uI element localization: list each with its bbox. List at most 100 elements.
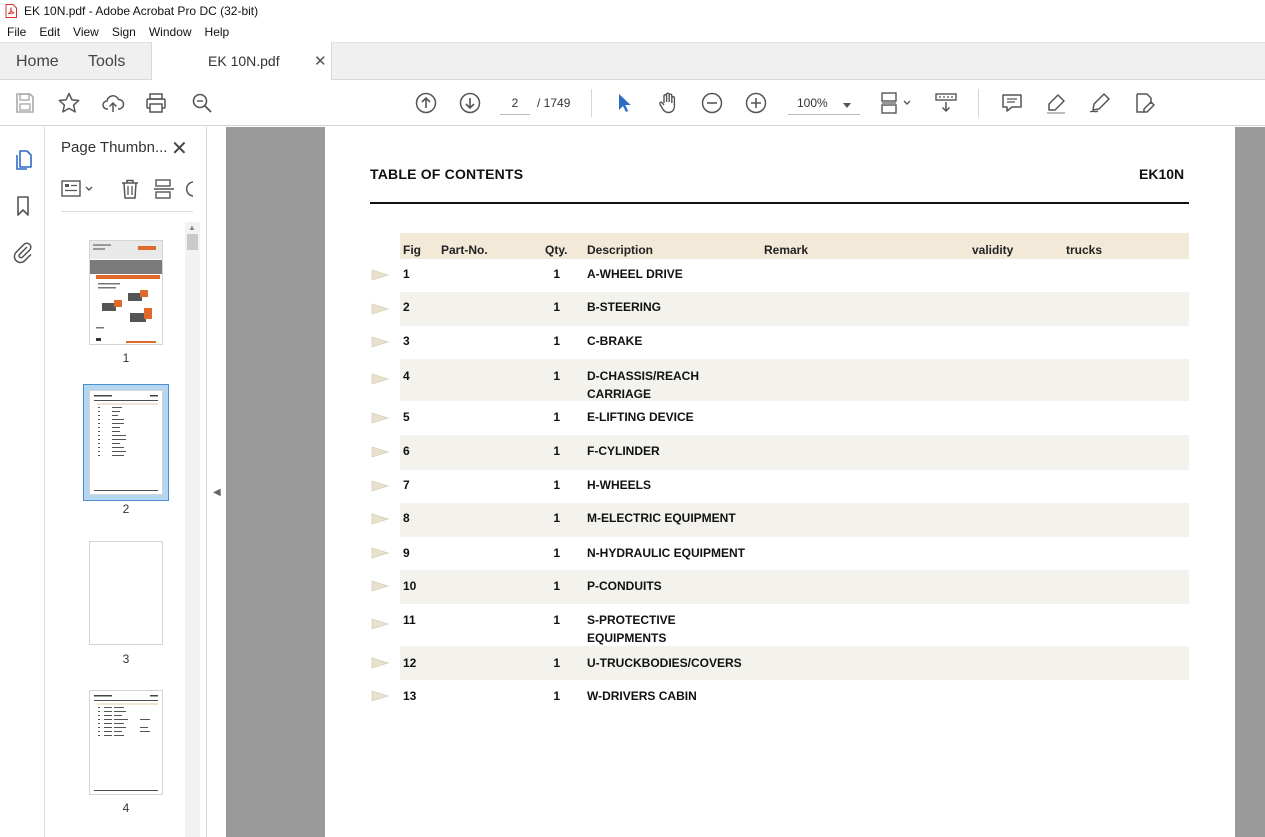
menu-file[interactable]: File: [0, 25, 32, 39]
row-fig: 1: [403, 267, 410, 281]
star-icon[interactable]: [57, 91, 81, 115]
scroll-up-arrow-icon[interactable]: ▲: [188, 223, 196, 232]
row-description[interactable]: H-WHEELS: [587, 476, 747, 494]
tab-document[interactable]: EK 10N.pdf ✕: [151, 42, 332, 81]
upload-cloud-icon[interactable]: [101, 91, 125, 115]
next-page-icon[interactable]: [458, 91, 482, 115]
row-description[interactable]: D-CHASSIS/REACH CARRIAGE: [587, 367, 712, 403]
row-description[interactable]: U-TRUCKBODIES/COVERS: [587, 654, 767, 672]
table-row[interactable]: 13 1 W-DRIVERS CABIN: [400, 680, 1189, 713]
column-header-fig: Fig: [403, 243, 421, 257]
row-description[interactable]: M-ELECTRIC EQUIPMENT: [587, 509, 747, 527]
delete-trash-icon[interactable]: [119, 178, 141, 200]
tab-home[interactable]: Home: [16, 43, 59, 80]
rotate-icon[interactable]: [185, 178, 193, 200]
comment-icon[interactable]: [1000, 91, 1024, 115]
highlight-pen-icon[interactable]: [1044, 91, 1068, 115]
row-fig: 6: [403, 444, 410, 458]
row-fig: 8: [403, 511, 410, 525]
hand-tool-icon[interactable]: [656, 91, 680, 115]
page-thumbnail-4[interactable]: [89, 690, 163, 795]
close-tab-icon[interactable]: ✕: [314, 52, 327, 70]
link-arrow-icon[interactable]: [370, 618, 390, 630]
table-row[interactable]: 11 1 S-PROTECTIVE EQUIPMENTS: [400, 604, 1189, 646]
page-thumbnail-1[interactable]: [89, 240, 163, 345]
menu-help[interactable]: Help: [198, 25, 236, 39]
row-description[interactable]: E-LIFTING DEVICE: [587, 408, 747, 426]
menu-window[interactable]: Window: [142, 25, 198, 39]
zoom-select[interactable]: 100%: [788, 91, 860, 115]
page-thumbnail-3[interactable]: [89, 541, 163, 645]
link-arrow-icon[interactable]: [370, 412, 390, 424]
link-arrow-icon[interactable]: [370, 373, 390, 385]
menu-sign[interactable]: Sign: [105, 25, 142, 39]
bookmark-icon[interactable]: [11, 194, 35, 218]
tab-tools[interactable]: Tools: [88, 43, 125, 80]
document-model: EK10N: [1139, 166, 1185, 182]
scrollbar-thumb[interactable]: [187, 234, 198, 250]
link-arrow-icon[interactable]: [370, 657, 390, 669]
table-row[interactable]: 9 1 N-HYDRAULIC EQUIPMENT: [400, 537, 1189, 570]
link-arrow-icon[interactable]: [370, 269, 390, 281]
link-arrow-icon[interactable]: [370, 513, 390, 525]
menu-view[interactable]: View: [66, 25, 105, 39]
panel-title: Page Thumbn...: [61, 139, 168, 156]
table-row[interactable]: 6 1 F-CYLINDER: [400, 435, 1189, 470]
collapse-left-icon[interactable]: ◀: [213, 487, 221, 498]
link-arrow-icon[interactable]: [370, 690, 390, 702]
table-row[interactable]: 7 1 H-WHEELS: [400, 470, 1189, 503]
link-arrow-icon[interactable]: [370, 580, 390, 592]
thumbnail-options-icon[interactable]: [61, 178, 95, 200]
row-description[interactable]: N-HYDRAULIC EQUIPMENT: [587, 544, 767, 562]
link-arrow-icon[interactable]: [370, 303, 390, 315]
table-row[interactable]: 3 1 C-BRAKE: [400, 326, 1189, 359]
row-qty: 1: [553, 656, 560, 670]
table-row[interactable]: 1 1 A-WHEEL DRIVE: [400, 259, 1189, 292]
link-arrow-icon[interactable]: [370, 547, 390, 559]
attachment-paperclip-icon[interactable]: [11, 240, 35, 264]
draw-pen-icon[interactable]: [1088, 91, 1112, 115]
parts-page-preview: [94, 695, 158, 791]
table-header: Fig Part-No. Qty. Description Remark val…: [400, 233, 1189, 259]
row-description[interactable]: S-PROTECTIVE EQUIPMENTS: [587, 611, 697, 647]
table-row[interactable]: 2 1 B-STEERING: [400, 292, 1189, 326]
row-description[interactable]: P-CONDUITS: [587, 577, 747, 595]
previous-page-icon[interactable]: [414, 91, 438, 115]
page-thumbnail-2[interactable]: [89, 390, 163, 495]
page-number-input[interactable]: [500, 91, 530, 115]
page-thumbnails-icon[interactable]: [11, 148, 35, 172]
table-row[interactable]: 8 1 M-ELECTRIC EQUIPMENT: [400, 503, 1189, 537]
table-row[interactable]: 12 1 U-TRUCKBODIES/COVERS: [400, 646, 1189, 680]
save-icon[interactable]: [13, 91, 37, 115]
tab-bar: Home Tools EK 10N.pdf ✕: [0, 42, 1265, 81]
table-row[interactable]: 10 1 P-CONDUITS: [400, 570, 1189, 604]
zoom-out-icon[interactable]: [700, 91, 724, 115]
document-tab-label: EK 10N.pdf: [208, 53, 280, 69]
thumbnail-scrollbar[interactable]: ▲: [185, 222, 200, 837]
table-row[interactable]: 4 1 D-CHASSIS/REACH CARRIAGE: [400, 359, 1189, 401]
close-panel-icon[interactable]: ✕: [171, 136, 188, 161]
fill-sign-icon[interactable]: [1132, 91, 1156, 115]
print-icon[interactable]: [144, 91, 168, 115]
insert-page-icon[interactable]: [153, 178, 175, 200]
row-description[interactable]: W-DRIVERS CABIN: [587, 687, 747, 705]
row-qty: 1: [553, 410, 560, 424]
heading-rule: [370, 202, 1189, 204]
document-viewport[interactable]: TABLE OF CONTENTS EK10N Fig Part-No. Qty…: [226, 127, 1265, 837]
panel-collapse-strip[interactable]: ◀: [207, 127, 226, 837]
select-cursor-icon[interactable]: [612, 91, 636, 115]
link-arrow-icon[interactable]: [370, 336, 390, 348]
scroll-mode-icon[interactable]: [934, 91, 958, 115]
link-arrow-icon[interactable]: [370, 446, 390, 458]
menu-edit[interactable]: Edit: [32, 25, 66, 39]
row-fig: 10: [403, 579, 417, 593]
page-fit-icon[interactable]: [878, 91, 914, 115]
table-row[interactable]: 5 1 E-LIFTING DEVICE: [400, 401, 1189, 435]
row-description[interactable]: B-STEERING: [587, 298, 747, 316]
zoom-in-icon[interactable]: [744, 91, 768, 115]
row-description[interactable]: C-BRAKE: [587, 332, 747, 350]
row-description[interactable]: F-CYLINDER: [587, 442, 747, 460]
zoom-search-icon[interactable]: [190, 91, 214, 115]
link-arrow-icon[interactable]: [370, 480, 390, 492]
row-description[interactable]: A-WHEEL DRIVE: [587, 265, 747, 283]
